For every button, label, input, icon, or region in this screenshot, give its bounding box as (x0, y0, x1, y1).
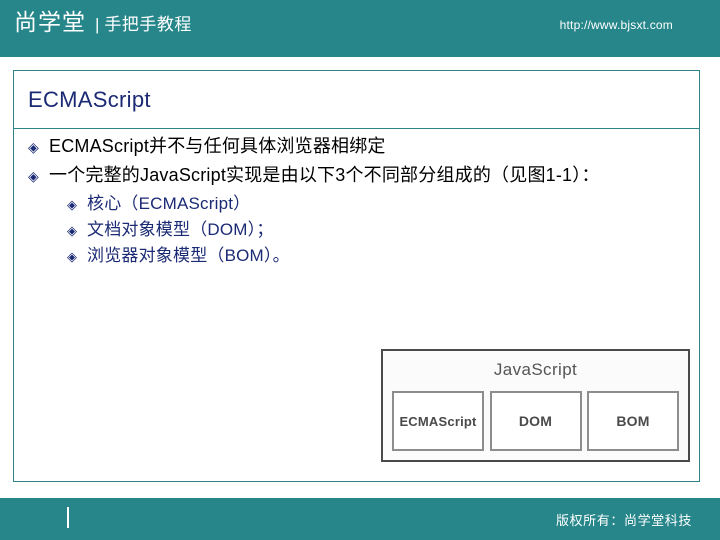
brand-subtitle: 手把手教程 (104, 15, 192, 34)
javascript-composition-diagram: JavaScript ECMAScript DOM BOM (381, 349, 690, 462)
header-band: 尚学堂 | 手把手教程 http://www.bjsxt.com (0, 0, 720, 57)
list-item-label: 核心（ECMAScript） (87, 194, 251, 213)
bullet-list: ◈ ECMAScript并不与任何具体浏览器相绑定 ◈ 一个完整的JavaScr… (14, 133, 699, 269)
diagram-box-bom: BOM (587, 391, 679, 451)
diamond-bullet-icon: ◈ (67, 223, 77, 238)
site-url: http://www.bjsxt.com (559, 18, 673, 32)
footer-band: 版权所有：尚学堂科技 (0, 498, 720, 540)
list-item-label: 一个完整的JavaScript实现是由以下3个不同部分组成的（见图1-1）： (49, 165, 600, 185)
slide-panel: ECMAScript ◈ ECMAScript并不与任何具体浏览器相绑定 ◈ 一… (13, 70, 700, 482)
list-item: ◈ ECMAScript并不与任何具体浏览器相绑定 (14, 133, 699, 159)
diagram-box-ecmascript: ECMAScript (392, 391, 484, 451)
brand-logo: 尚学堂 | 手把手教程 (14, 11, 192, 34)
list-item-label: 文档对象模型（DOM）； (87, 220, 274, 239)
footer-tick-mark (67, 507, 69, 528)
list-item: ◈ 浏览器对象模型（BOM）。 (14, 243, 699, 268)
brand-divider: | (95, 15, 100, 34)
diamond-bullet-icon: ◈ (28, 139, 39, 155)
diagram-title: JavaScript (493, 360, 578, 379)
list-item-label: ECMAScript并不与任何具体浏览器相绑定 (49, 136, 386, 156)
page-title: ECMAScript (28, 87, 151, 112)
diamond-bullet-icon: ◈ (67, 249, 77, 264)
list-item-label: 浏览器对象模型（BOM）。 (87, 246, 290, 265)
list-item: ◈ 核心（ECMAScript） (14, 191, 699, 216)
list-item: ◈ 文档对象模型（DOM）； (14, 217, 699, 242)
copyright-text: 版权所有：尚学堂科技 (555, 513, 692, 528)
diagram-box-dom: DOM (489, 391, 582, 451)
slide-title-bar: ECMAScript (14, 71, 699, 129)
diamond-bullet-icon: ◈ (67, 197, 77, 212)
diamond-bullet-icon: ◈ (28, 168, 39, 184)
brand-name: 尚学堂 (14, 9, 86, 35)
diagram-box-row: ECMAScript DOM BOM (392, 391, 679, 451)
list-item: ◈ 一个完整的JavaScript实现是由以下3个不同部分组成的（见图1-1）： (14, 162, 699, 188)
